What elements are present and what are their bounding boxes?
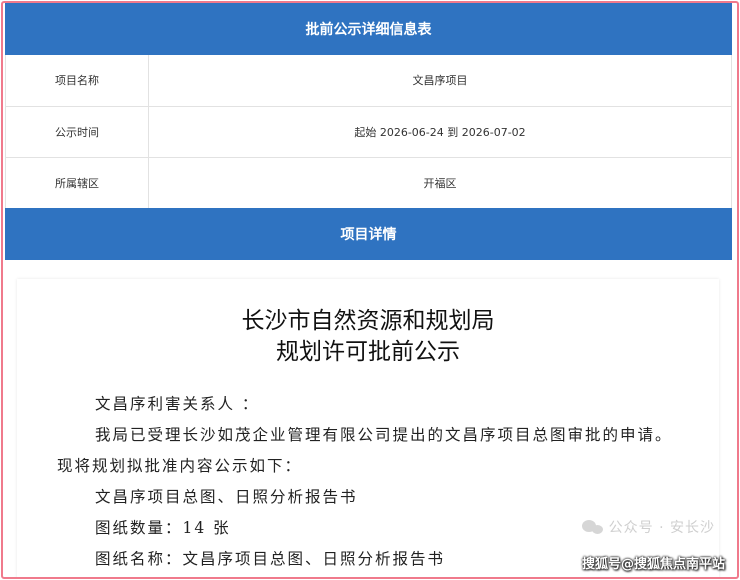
info-table: 项目名称 文昌序项目 公示时间 起始 2026-06-24 到 2026-07-… <box>5 55 732 209</box>
notice-line-project: 文昌序项目总图、日照分析报告书 <box>95 488 358 506</box>
table-row: 公示时间 起始 2026-06-24 到 2026-07-02 <box>5 106 732 158</box>
notice-title-line1: 长沙市自然资源和规划局 <box>241 308 495 334</box>
watermark: 公众号 · 安长沙 <box>581 517 715 537</box>
row-label-district: 所属辖区 <box>5 157 149 209</box>
project-detail-header: 项目详情 <box>5 208 732 260</box>
row-value-publicity-time: 起始 2026-06-24 到 2026-07-02 <box>148 106 732 158</box>
watermark-text: 公众号 · 安长沙 <box>608 520 715 536</box>
table-row: 项目名称 文昌序项目 <box>5 55 732 107</box>
row-value-project-name: 文昌序项目 <box>148 55 732 107</box>
row-label-publicity-time: 公示时间 <box>5 106 149 158</box>
source-tag: 搜狐号@搜狐焦点南平站 <box>581 557 725 572</box>
project-detail-title: 项目详情 <box>340 227 397 243</box>
notice-title-line2: 规划许可批前公示 <box>276 339 460 365</box>
page-frame: 批前公示详细信息表 项目名称 文昌序项目 公示时间 起始 2026-06-24 … <box>1 1 739 579</box>
table-row: 所属辖区 开福区 <box>5 157 732 209</box>
notice-body: 文昌序利害关系人 ： 我局已受理长沙如茂企业管理有限公司提出的文昌序项目总图审批… <box>17 389 719 575</box>
wechat-icon <box>581 518 604 536</box>
info-table-title: 批前公示详细信息表 <box>305 22 432 38</box>
row-label-project-name: 项目名称 <box>5 55 149 107</box>
notice-title: 长沙市自然资源和规划局 规划许可批前公示 <box>17 306 719 368</box>
row-value-district: 开福区 <box>148 157 732 209</box>
notice-salutation: 文昌序利害关系人 ： <box>95 395 260 413</box>
notice-paragraph: 我局已受理长沙如茂企业管理有限公司提出的文昌序项目总图审批的申请。现将规划拟批准… <box>57 426 673 475</box>
info-table-header: 批前公示详细信息表 <box>5 3 732 55</box>
